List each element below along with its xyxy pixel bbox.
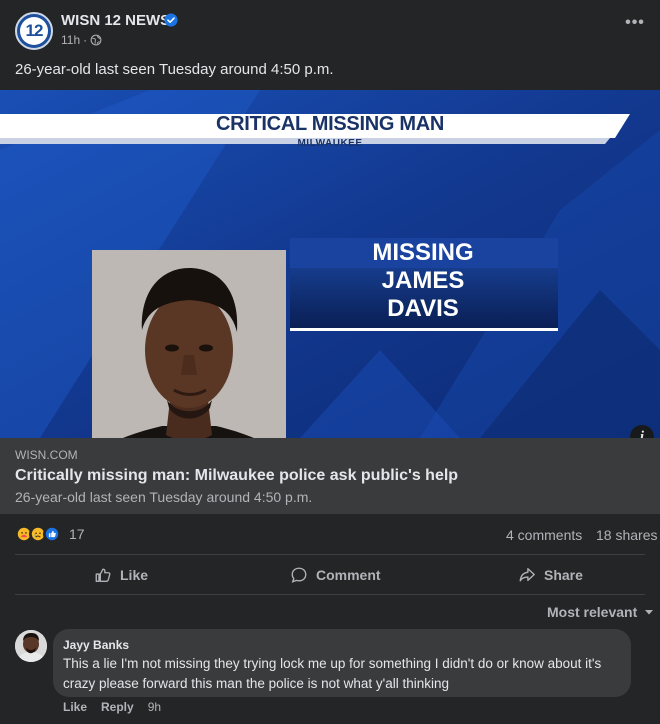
link-domain: WISN.COM [15, 448, 78, 462]
banner-title: CRITICAL MISSING MAN [215, 113, 445, 135]
like-reaction-icon [43, 525, 61, 543]
chevron-down-icon [645, 610, 654, 615]
post-time[interactable]: 11h [61, 33, 80, 47]
portrait-illustration [92, 250, 286, 438]
more-horizontal-icon[interactable]: ••• [622, 15, 648, 36]
page-name[interactable]: WISN 12 NEWS [61, 12, 170, 29]
reaction-count: 17 [69, 526, 85, 542]
divider [15, 554, 645, 555]
comment-like-link[interactable]: Like [63, 700, 87, 714]
page-avatar[interactable]: 12 [15, 12, 53, 50]
comment-avatar[interactable] [15, 630, 47, 662]
link-description: 26-year-old last seen Tuesday around 4:5… [15, 489, 313, 505]
missing-label: MISSING [372, 239, 474, 266]
first-name: JAMES [381, 267, 465, 294]
post-text: 26-year-old last seen Tuesday around 4:5… [15, 61, 334, 78]
like-icon [95, 568, 111, 582]
like-label: Like [120, 567, 149, 583]
sort-label: Most relevant [547, 604, 638, 620]
comment-author[interactable]: Jayy Banks [63, 638, 129, 652]
comment-time[interactable]: 9h [148, 700, 161, 714]
comment-icon [291, 567, 307, 583]
comment-label: Comment [316, 567, 381, 583]
share-button[interactable]: Share [518, 561, 583, 589]
comment-actions: Like Reply 9h [63, 700, 161, 714]
avatar-illustration [15, 630, 47, 662]
share-label: Share [544, 567, 583, 583]
post-header: 12 WISN 12 NEWS 11h · ••• [0, 0, 660, 56]
post-meta: 11h · [61, 33, 102, 47]
logo-number: 12 [25, 21, 44, 40]
person-photo [92, 250, 286, 438]
like-button[interactable]: Like [94, 561, 148, 589]
globe-icon [90, 34, 102, 46]
banner-subtitle: MILWAUKEE [297, 138, 363, 149]
reactions-summary[interactable]: 17 [15, 525, 85, 543]
comment-text: This a lie I'm not missing they trying l… [63, 656, 602, 691]
share-icon [519, 568, 535, 582]
comments-count[interactable]: 4 comments [506, 527, 582, 543]
meta-separator: · [83, 33, 88, 47]
verified-badge-icon [164, 13, 178, 27]
comment-sort-dropdown[interactable]: Most relevant [547, 604, 655, 620]
logo-ring: 12 [20, 17, 48, 45]
divider [15, 594, 645, 595]
link-title[interactable]: Critically missing man: Milwaukee police… [15, 467, 458, 485]
shares-count[interactable]: 18 shares [596, 527, 657, 543]
comment-reply-link[interactable]: Reply [101, 700, 134, 714]
comment-button[interactable]: Comment [290, 561, 381, 589]
last-name: DAVIS [387, 295, 459, 322]
